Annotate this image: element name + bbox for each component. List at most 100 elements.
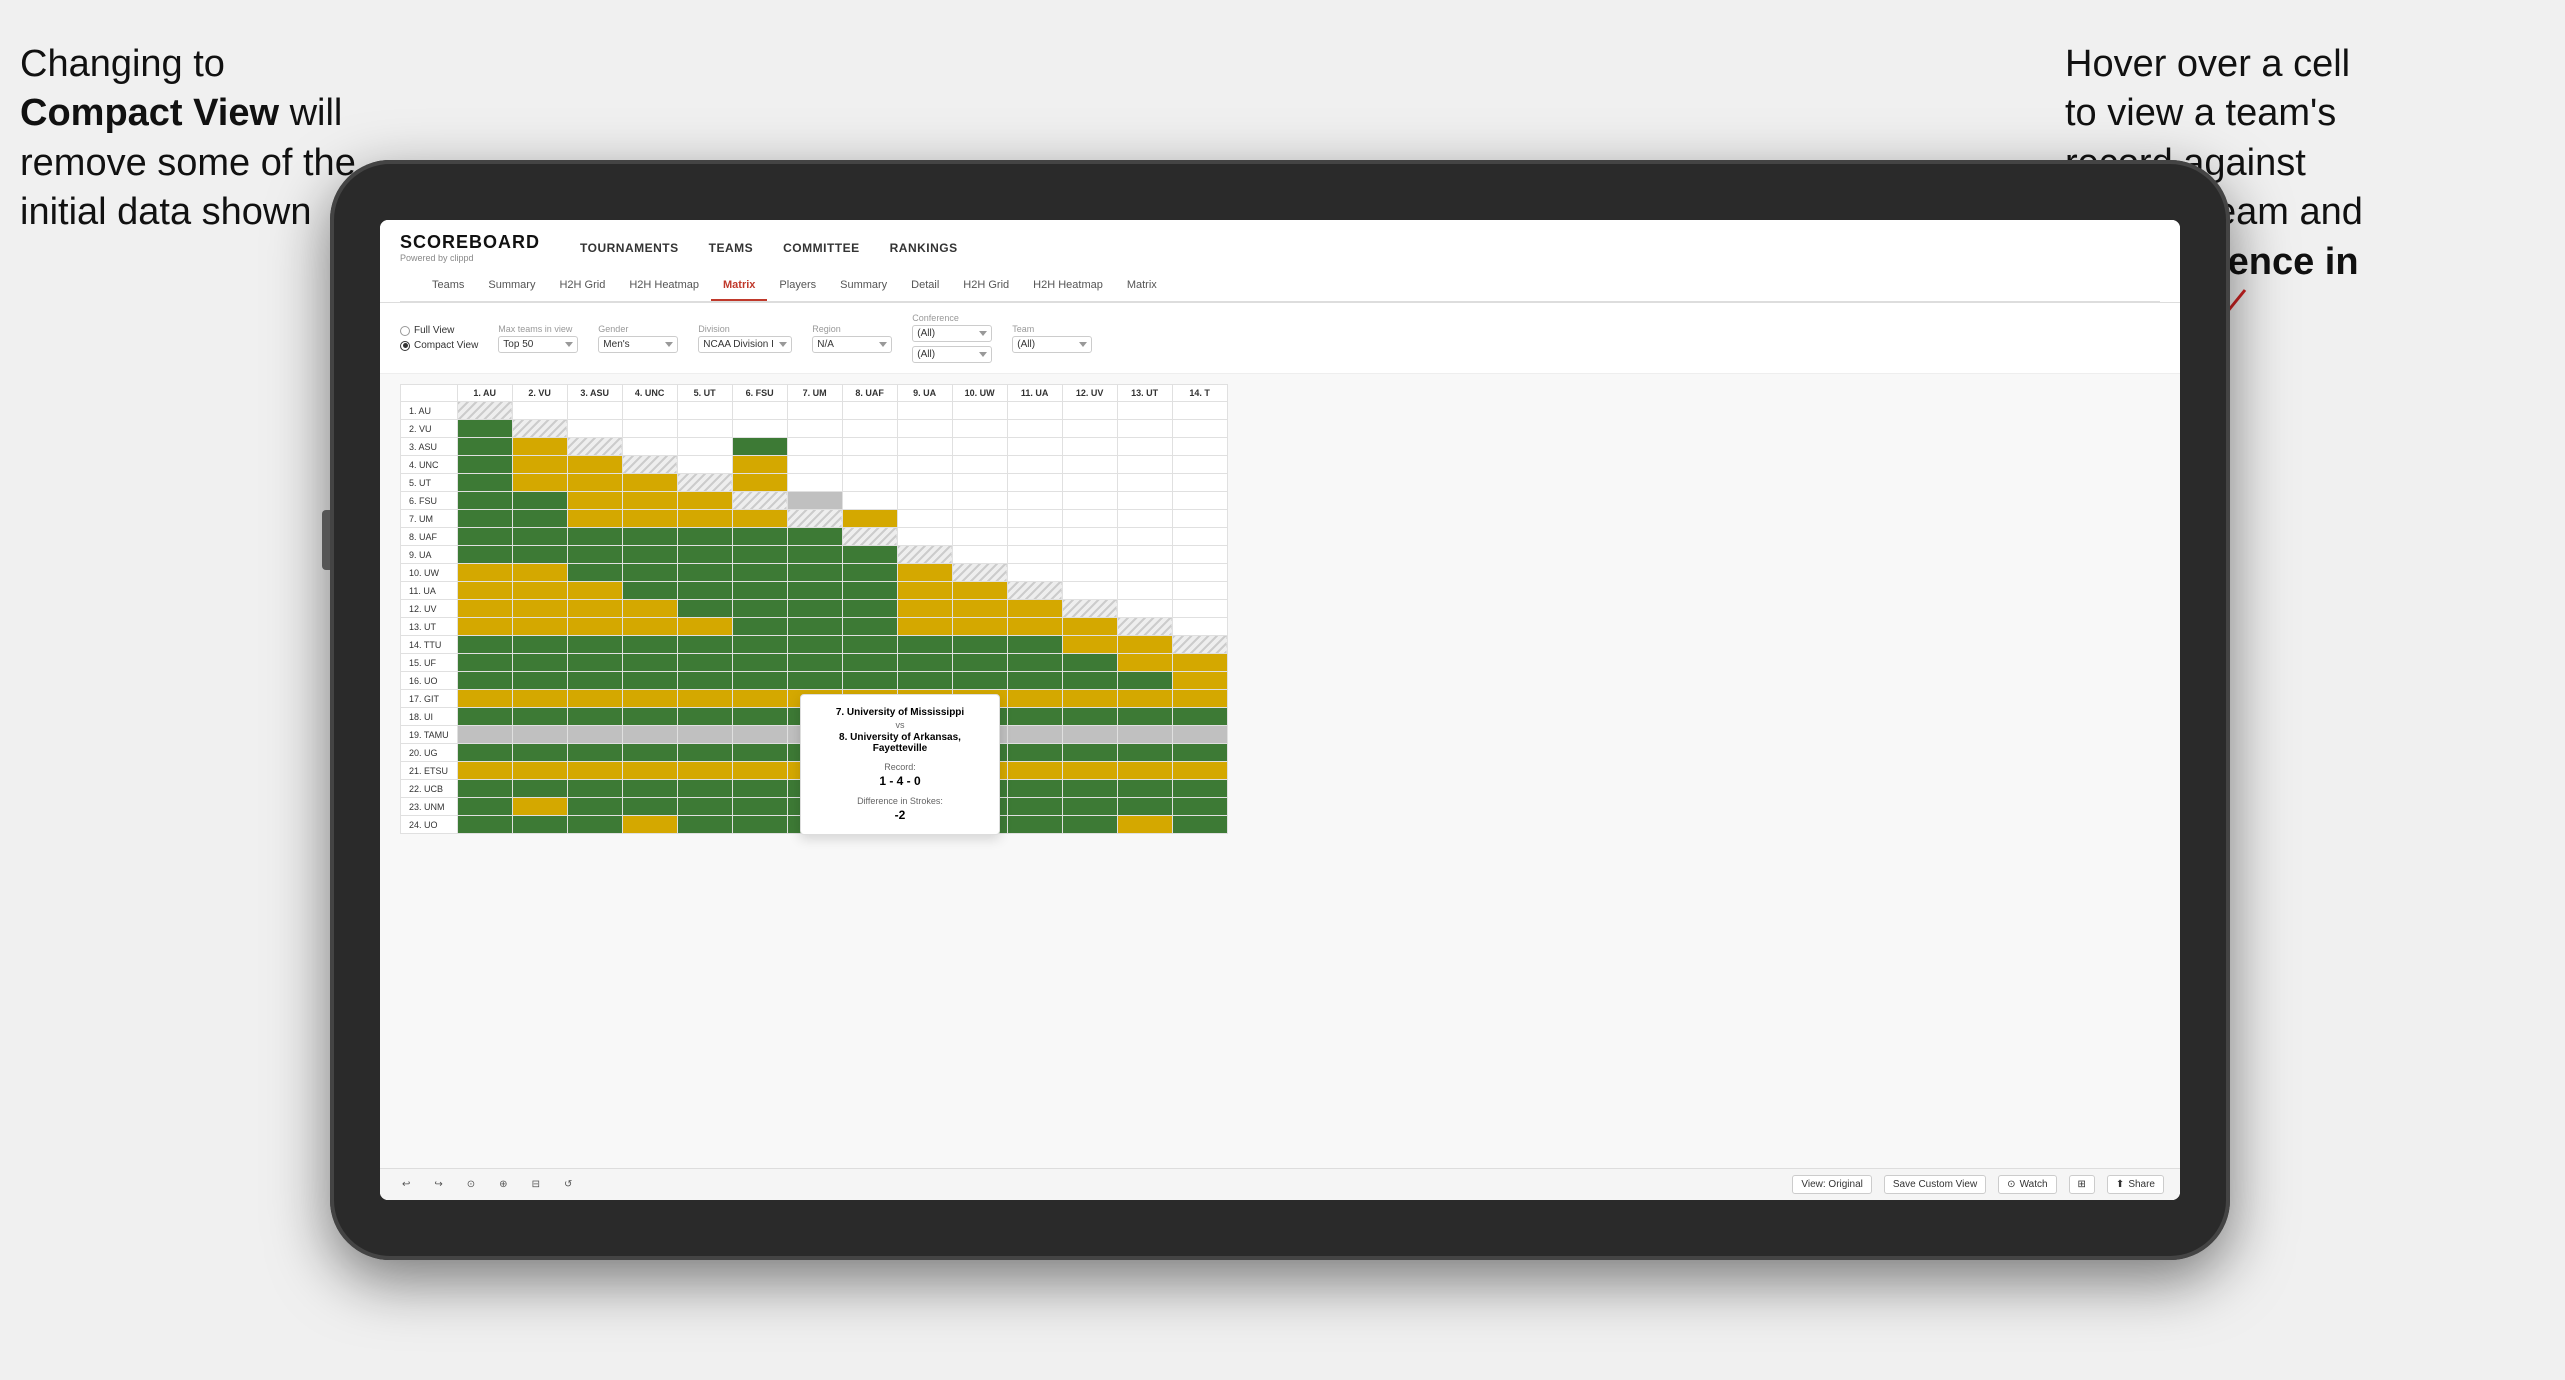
cell-7-2[interactable]	[567, 528, 622, 546]
cell-11-7[interactable]	[842, 600, 897, 618]
table-row[interactable]: 12. UV	[401, 600, 1228, 618]
cell-8-8[interactable]	[897, 546, 952, 564]
cell-19-1[interactable]	[512, 744, 567, 762]
cell-19-5[interactable]	[732, 744, 787, 762]
cell-16-12[interactable]	[1117, 690, 1172, 708]
cell-1-2[interactable]	[567, 420, 622, 438]
cell-11-3[interactable]	[622, 600, 677, 618]
cell-5-11[interactable]	[1062, 492, 1117, 510]
cell-4-11[interactable]	[1062, 474, 1117, 492]
cell-9-2[interactable]	[567, 564, 622, 582]
conference-select-2[interactable]: (All)	[912, 346, 992, 363]
cell-1-13[interactable]	[1172, 420, 1227, 438]
cell-1-9[interactable]	[952, 420, 1007, 438]
cell-16-5[interactable]	[732, 690, 787, 708]
cell-3-0[interactable]	[457, 456, 512, 474]
cell-14-2[interactable]	[567, 654, 622, 672]
cell-22-4[interactable]	[677, 798, 732, 816]
cell-7-7[interactable]	[842, 528, 897, 546]
cell-10-0[interactable]	[457, 582, 512, 600]
cell-2-11[interactable]	[1062, 438, 1117, 456]
cell-13-8[interactable]	[897, 636, 952, 654]
cell-2-13[interactable]	[1172, 438, 1227, 456]
cell-17-4[interactable]	[677, 708, 732, 726]
cell-11-5[interactable]	[732, 600, 787, 618]
cell-7-3[interactable]	[622, 528, 677, 546]
cell-10-5[interactable]	[732, 582, 787, 600]
cell-5-8[interactable]	[897, 492, 952, 510]
cell-2-0[interactable]	[457, 438, 512, 456]
cell-18-13[interactable]	[1172, 726, 1227, 744]
cell-14-4[interactable]	[677, 654, 732, 672]
cell-3-9[interactable]	[952, 456, 1007, 474]
cell-15-4[interactable]	[677, 672, 732, 690]
cell-7-4[interactable]	[677, 528, 732, 546]
table-row[interactable]: 6. FSU	[401, 492, 1228, 510]
cell-16-4[interactable]	[677, 690, 732, 708]
cell-4-6[interactable]	[787, 474, 842, 492]
cell-14-12[interactable]	[1117, 654, 1172, 672]
cell-7-5[interactable]	[732, 528, 787, 546]
cell-5-1[interactable]	[512, 492, 567, 510]
compact-view-radio[interactable]: Compact View	[400, 340, 478, 351]
cell-0-10[interactable]	[1007, 402, 1062, 420]
cell-9-10[interactable]	[1007, 564, 1062, 582]
cell-20-0[interactable]	[457, 762, 512, 780]
cell-1-6[interactable]	[787, 420, 842, 438]
cell-19-4[interactable]	[677, 744, 732, 762]
cell-8-3[interactable]	[622, 546, 677, 564]
cell-6-1[interactable]	[512, 510, 567, 528]
cell-6-13[interactable]	[1172, 510, 1227, 528]
table-row[interactable]: 7. UM	[401, 510, 1228, 528]
cell-3-13[interactable]	[1172, 456, 1227, 474]
cell-0-4[interactable]	[677, 402, 732, 420]
tab-h2h-heatmap-2[interactable]: H2H Heatmap	[1021, 271, 1115, 301]
cell-4-13[interactable]	[1172, 474, 1227, 492]
cell-2-6[interactable]	[787, 438, 842, 456]
cell-3-2[interactable]	[567, 456, 622, 474]
cell-8-10[interactable]	[1007, 546, 1062, 564]
cell-22-12[interactable]	[1117, 798, 1172, 816]
cell-19-10[interactable]	[1007, 744, 1062, 762]
cell-23-0[interactable]	[457, 816, 512, 834]
cell-12-13[interactable]	[1172, 618, 1227, 636]
cell-9-3[interactable]	[622, 564, 677, 582]
cell-13-12[interactable]	[1117, 636, 1172, 654]
cell-17-12[interactable]	[1117, 708, 1172, 726]
tab-matrix-1[interactable]: Matrix	[711, 271, 767, 301]
cell-23-4[interactable]	[677, 816, 732, 834]
cell-4-4[interactable]	[677, 474, 732, 492]
cell-15-0[interactable]	[457, 672, 512, 690]
cell-19-12[interactable]	[1117, 744, 1172, 762]
refresh-button[interactable]: ↺	[558, 1176, 578, 1193]
cell-17-13[interactable]	[1172, 708, 1227, 726]
cell-19-11[interactable]	[1062, 744, 1117, 762]
cell-21-10[interactable]	[1007, 780, 1062, 798]
cell-7-8[interactable]	[897, 528, 952, 546]
cell-5-6[interactable]	[787, 492, 842, 510]
cell-1-3[interactable]	[622, 420, 677, 438]
cell-6-11[interactable]	[1062, 510, 1117, 528]
cell-5-7[interactable]	[842, 492, 897, 510]
cell-0-7[interactable]	[842, 402, 897, 420]
cell-2-5[interactable]	[732, 438, 787, 456]
table-row[interactable]: 16. UO	[401, 672, 1228, 690]
cell-8-7[interactable]	[842, 546, 897, 564]
cell-15-8[interactable]	[897, 672, 952, 690]
cell-8-0[interactable]	[457, 546, 512, 564]
cell-9-9[interactable]	[952, 564, 1007, 582]
cell-17-2[interactable]	[567, 708, 622, 726]
cell-11-1[interactable]	[512, 600, 567, 618]
cell-22-3[interactable]	[622, 798, 677, 816]
cell-0-3[interactable]	[622, 402, 677, 420]
cell-21-4[interactable]	[677, 780, 732, 798]
cell-9-0[interactable]	[457, 564, 512, 582]
cell-23-2[interactable]	[567, 816, 622, 834]
cell-14-9[interactable]	[952, 654, 1007, 672]
cell-10-1[interactable]	[512, 582, 567, 600]
table-row[interactable]: 11. UA	[401, 582, 1228, 600]
cell-14-7[interactable]	[842, 654, 897, 672]
cell-4-5[interactable]	[732, 474, 787, 492]
cell-21-2[interactable]	[567, 780, 622, 798]
cell-14-6[interactable]	[787, 654, 842, 672]
